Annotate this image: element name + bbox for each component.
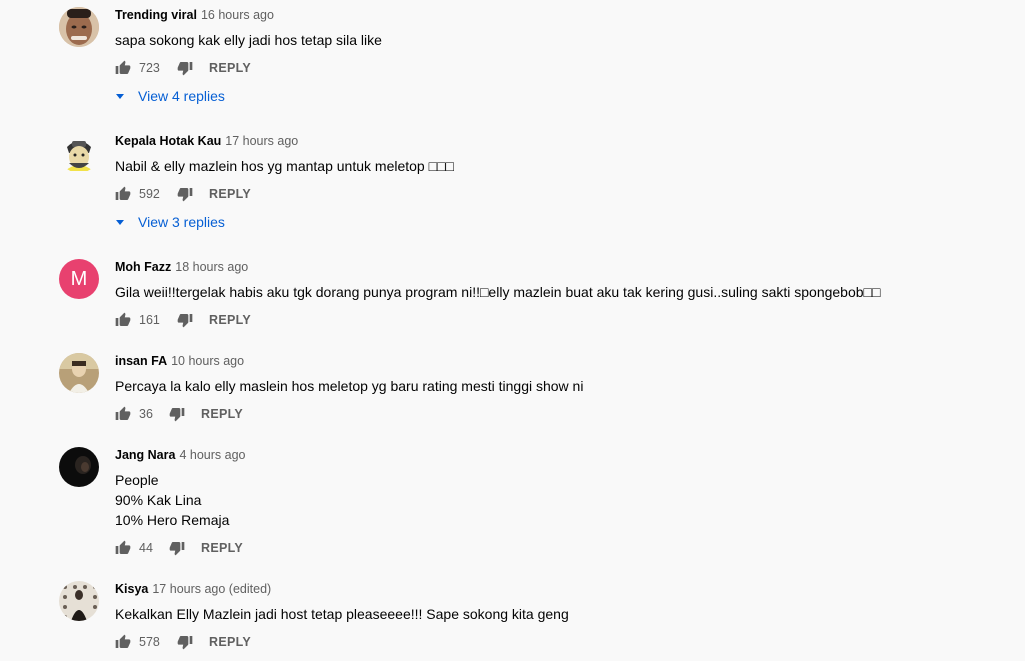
thumbs-down-icon[interactable] bbox=[177, 312, 193, 328]
comment-header: Jang Nara 4 hours ago bbox=[115, 448, 245, 462]
avatar[interactable] bbox=[59, 353, 99, 393]
comment-header: Kepala Hotak Kau 17 hours ago bbox=[115, 134, 298, 148]
reply-button[interactable]: REPLY bbox=[201, 541, 243, 555]
view-replies-label: View 4 replies bbox=[138, 88, 225, 104]
comment-actions: 44 REPLY bbox=[115, 538, 243, 558]
comment-actions: 592 REPLY bbox=[115, 184, 251, 204]
author-name[interactable]: Moh Fazz bbox=[115, 260, 171, 274]
thumbs-down-icon[interactable] bbox=[177, 186, 193, 202]
thumbs-down-icon[interactable] bbox=[177, 634, 193, 650]
avatar-letter: M bbox=[70, 267, 88, 290]
view-replies-button[interactable]: View 4 replies bbox=[114, 86, 225, 106]
avatar[interactable]: M bbox=[59, 259, 99, 299]
thumbs-up-icon[interactable] bbox=[115, 312, 131, 328]
caret-down-icon bbox=[116, 219, 124, 225]
author-name[interactable]: Jang Nara bbox=[115, 448, 175, 462]
comment-text: Kekalkan Elly Mazlein jadi host tetap pl… bbox=[115, 606, 569, 622]
like-count: 592 bbox=[139, 187, 160, 201]
comment-time[interactable]: 4 hours ago bbox=[179, 448, 245, 462]
like-count: 723 bbox=[139, 61, 160, 75]
person-photo-icon bbox=[59, 353, 99, 393]
avatar[interactable] bbox=[59, 133, 99, 173]
comment-header: Moh Fazz 18 hours ago bbox=[115, 260, 248, 274]
comment-item: Trending viral 16 hours ago sapa sokong k… bbox=[0, 0, 1025, 120]
comment-text: Nabil & elly mazlein hos yg mantap untuk… bbox=[115, 158, 454, 174]
comment-time[interactable]: 17 hours ago (edited) bbox=[152, 582, 271, 596]
comment-item: Kepala Hotak Kau 17 hours ago Nabil & ell… bbox=[0, 126, 1025, 246]
comment-actions: 161 REPLY bbox=[115, 310, 251, 330]
author-name[interactable]: insan FA bbox=[115, 354, 167, 368]
comment-text: Percaya la kalo elly maslein hos meletop… bbox=[115, 378, 584, 394]
comment-item: Jang Nara 4 hours ago People 90% Kak Lina… bbox=[0, 440, 1025, 570]
comment-item: insan FA 10 hours ago Percaya la kalo ell… bbox=[0, 346, 1025, 436]
thumbs-up-icon[interactable] bbox=[115, 634, 131, 650]
like-count: 161 bbox=[139, 313, 160, 327]
comment-time[interactable]: 18 hours ago bbox=[175, 260, 248, 274]
comment-text: People 90% Kak Lina 10% Hero Remaja bbox=[115, 472, 230, 528]
avatar[interactable] bbox=[59, 581, 99, 621]
thumbs-down-icon[interactable] bbox=[169, 406, 185, 422]
comment-header: Kisya 17 hours ago (edited) bbox=[115, 582, 271, 596]
comment-time[interactable]: 17 hours ago bbox=[225, 134, 298, 148]
avatar[interactable] bbox=[59, 7, 99, 47]
comment-actions: 723 REPLY bbox=[115, 58, 251, 78]
reply-button[interactable]: REPLY bbox=[209, 61, 251, 75]
comment-time[interactable]: 16 hours ago bbox=[201, 8, 274, 22]
comment-time[interactable]: 10 hours ago bbox=[171, 354, 244, 368]
view-replies-button[interactable]: View 3 replies bbox=[114, 212, 225, 232]
thumbs-up-icon[interactable] bbox=[115, 60, 131, 76]
dark-photo-icon bbox=[59, 447, 99, 487]
thumbs-up-icon[interactable] bbox=[115, 540, 131, 556]
comment-actions: 36 REPLY bbox=[115, 404, 243, 424]
reply-button[interactable]: REPLY bbox=[201, 407, 243, 421]
like-count: 578 bbox=[139, 635, 160, 649]
author-name[interactable]: Trending viral bbox=[115, 8, 197, 22]
reply-button[interactable]: REPLY bbox=[209, 635, 251, 649]
comment-item: Kisya 17 hours ago (edited) Kekalkan Elly… bbox=[0, 574, 1025, 661]
thumbs-down-icon[interactable] bbox=[169, 540, 185, 556]
comment-header: insan FA 10 hours ago bbox=[115, 354, 244, 368]
like-count: 36 bbox=[139, 407, 153, 421]
like-count: 44 bbox=[139, 541, 153, 555]
man-face-photo-icon bbox=[59, 7, 99, 47]
thumbs-down-icon[interactable] bbox=[177, 60, 193, 76]
comment-actions: 578 REPLY bbox=[115, 632, 251, 652]
reply-button[interactable]: REPLY bbox=[209, 313, 251, 327]
comment-item: M Moh Fazz 18 hours ago Gila weii!!tergel… bbox=[0, 252, 1025, 342]
comment-text: sapa sokong kak elly jadi hos tetap sila… bbox=[115, 32, 382, 48]
author-name[interactable]: Kisya bbox=[115, 582, 148, 596]
avatar[interactable] bbox=[59, 447, 99, 487]
comment-text: Gila weii!!tergelak habis aku tgk dorang… bbox=[115, 284, 881, 300]
thumbs-up-icon[interactable] bbox=[115, 406, 131, 422]
view-replies-label: View 3 replies bbox=[138, 214, 225, 230]
pattern-photo-icon bbox=[59, 581, 99, 621]
reply-button[interactable]: REPLY bbox=[209, 187, 251, 201]
cartoon-character-icon bbox=[59, 133, 99, 173]
comment-header: Trending viral 16 hours ago bbox=[115, 8, 274, 22]
caret-down-icon bbox=[116, 93, 124, 99]
author-name[interactable]: Kepala Hotak Kau bbox=[115, 134, 221, 148]
thumbs-up-icon[interactable] bbox=[115, 186, 131, 202]
